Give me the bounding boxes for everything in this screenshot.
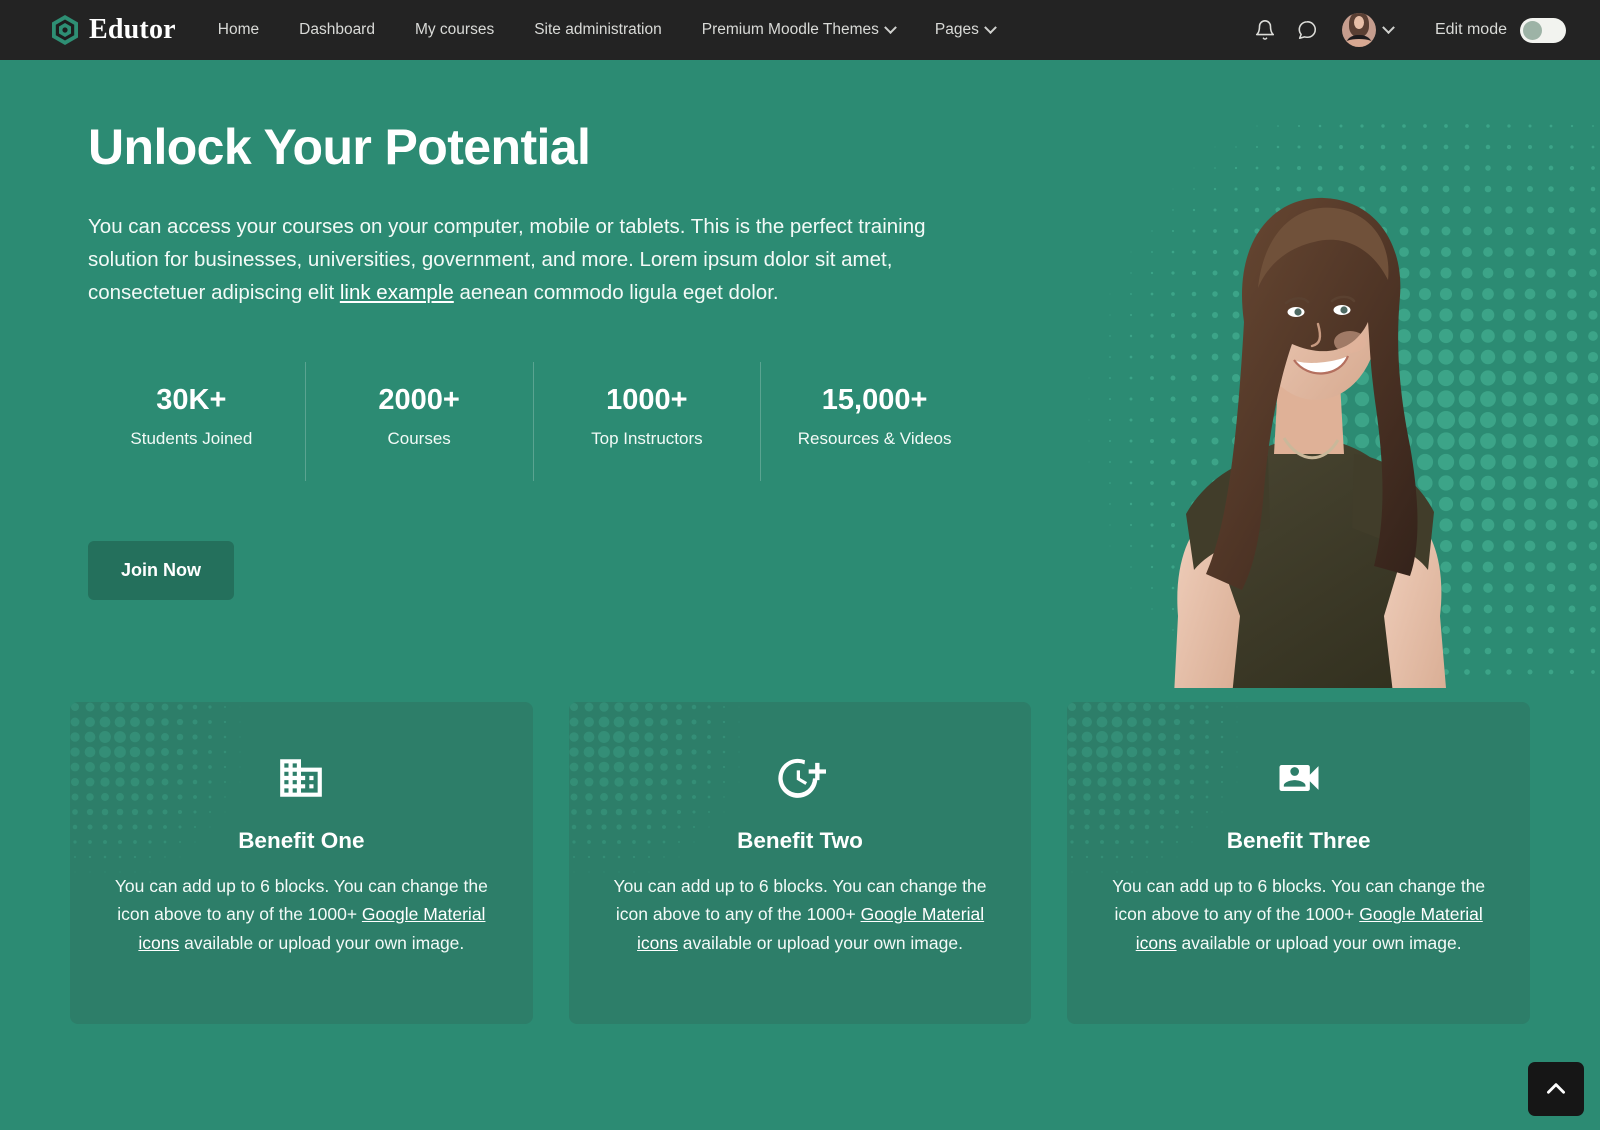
more-time-clock-plus-icon [778, 758, 826, 798]
user-menu-button[interactable] [1328, 13, 1401, 47]
stat-item: 2000+ Courses [306, 362, 534, 482]
nav-item-dashboard[interactable]: Dashboard [279, 2, 395, 58]
benefit-card-three: Benefit Three You can add up to 6 blocks… [1067, 702, 1531, 1024]
messages-button[interactable] [1286, 9, 1328, 51]
edit-mode-label: Edit mode [1434, 21, 1507, 38]
benefit-title: Benefit Two [737, 828, 863, 853]
hero-photo [1148, 146, 1470, 688]
stat-label: Courses [387, 428, 451, 448]
stat-value: 30K+ [156, 384, 227, 417]
benefit-text-part2: available or upload your own image. [677, 932, 963, 953]
benefit-card-two: Benefit Two You can add up to 6 blocks. … [568, 702, 1032, 1024]
video-camera-front-icon [1279, 765, 1319, 791]
scroll-to-top-button[interactable] [1528, 1062, 1584, 1116]
brand-logo-link[interactable]: Edutor [50, 14, 176, 46]
chevron-up-icon [1547, 1083, 1565, 1094]
nav-item-label: Site administration [534, 21, 662, 38]
edit-mode-switch[interactable] [1520, 17, 1566, 43]
benefit-text-part2: available or upload your own image. [1176, 932, 1462, 953]
page-bottom-spacer [0, 1024, 1600, 1114]
business-building-icon [280, 759, 323, 797]
benefit-title: Benefit One [238, 828, 365, 853]
benefit-icon-wrap [1103, 750, 1494, 806]
bell-icon [1255, 20, 1274, 40]
nav-item-label: Home [217, 21, 260, 38]
page-title: Unlock Your Potential [88, 119, 591, 175]
hero-content: Unlock Your Potential You can access you… [0, 60, 1000, 601]
join-now-button[interactable]: Join Now [88, 541, 234, 601]
hero-description: You can access your courses on your comp… [88, 211, 968, 309]
stat-label: Students Joined [130, 428, 253, 448]
nav-item-my-courses[interactable]: My courses [395, 2, 514, 58]
nav-item-label: Premium Moodle Themes [701, 21, 879, 38]
chevron-down-icon [983, 20, 997, 34]
nav-item-premium-moodle-themes[interactable]: Premium Moodle Themes [682, 2, 915, 58]
cube-logo-icon [52, 15, 78, 45]
navbar-right-cluster: Edit mode [1244, 9, 1580, 51]
nav-item-site-administration[interactable]: Site administration [514, 2, 682, 58]
edit-mode-toggle[interactable]: Edit mode [1434, 17, 1580, 43]
benefits-section: Benefit One You can add up to 6 blocks. … [0, 688, 1600, 1024]
benefit-card-one: Benefit One You can add up to 6 blocks. … [70, 702, 533, 1024]
notifications-button[interactable] [1244, 9, 1286, 51]
benefit-text: You can add up to 6 blocks. You can chan… [1103, 872, 1494, 957]
stat-value: 15,000+ [821, 384, 928, 417]
benefit-text-part2: available or upload your own image. [179, 932, 465, 953]
avatar [1341, 13, 1376, 47]
switch-knob [1523, 20, 1542, 40]
benefit-icon-wrap [605, 750, 996, 806]
nav-item-home[interactable]: Home [198, 2, 279, 58]
nav-item-pages[interactable]: Pages [915, 2, 1015, 58]
stat-label: Resources & Videos [797, 428, 952, 448]
top-navbar: Edutor Home Dashboard My courses Site ad… [0, 0, 1600, 60]
stat-item: 30K+ Students Joined [88, 362, 306, 482]
benefit-text: You can add up to 6 blocks. You can chan… [605, 872, 996, 957]
stat-item: 15,000+ Resources & Videos [761, 362, 988, 481]
hero-section: Unlock Your Potential You can access you… [0, 60, 1600, 688]
primary-nav: Home Dashboard My courses Site administr… [198, 2, 1015, 58]
hero-description-part2: aenean commodo ligula eget dolor. [453, 280, 779, 304]
nav-item-label: Dashboard [299, 21, 375, 38]
benefit-title: Benefit Three [1226, 828, 1371, 853]
benefit-icon-wrap [106, 750, 497, 806]
stat-label: Top Instructors [591, 428, 703, 448]
stat-value: 2000+ [378, 384, 460, 417]
brand-name: Edutor [89, 14, 176, 45]
nav-item-label: My courses [414, 21, 495, 38]
stat-item: 1000+ Top Instructors [534, 362, 762, 482]
benefit-text: You can add up to 6 blocks. You can chan… [106, 872, 497, 957]
chevron-down-icon [1382, 20, 1395, 34]
stat-value: 1000+ [606, 384, 688, 417]
hero-stats: 30K+ Students Joined 2000+ Courses 1000+… [88, 362, 988, 482]
nav-item-label: Pages [934, 21, 979, 38]
hero-inline-link[interactable]: link example [340, 281, 454, 304]
chat-bubble-icon [1298, 21, 1316, 40]
chevron-down-icon [884, 20, 897, 34]
